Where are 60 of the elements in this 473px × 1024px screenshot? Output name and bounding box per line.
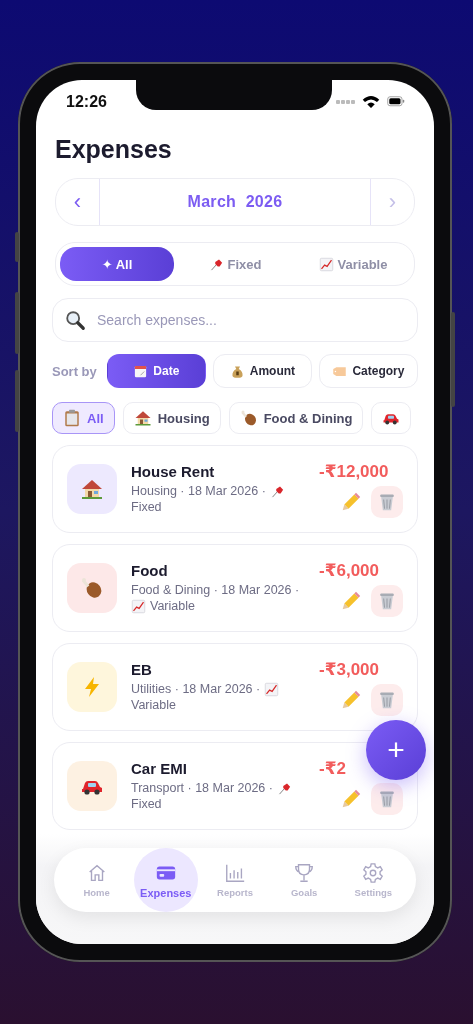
edit-icon: [341, 689, 361, 710]
expense-name: EB: [131, 661, 153, 678]
delete-button[interactable]: [371, 584, 403, 617]
expense-card[interactable]: Food Food & Dining · 18 Mar 2026 · Variable -₹6,000: [52, 544, 418, 632]
expense-card[interactable]: EB Utilities · 18 Mar 2026 · Variable -₹3,000: [52, 643, 418, 731]
expense-details: Food & Dining · 18 Mar 2026 ·: [131, 582, 300, 598]
expense-details: Housing · 18 Mar 2026 ·: [131, 483, 266, 499]
expense-details: Transport · 18 Mar 2026 ·: [131, 780, 273, 796]
search-field[interactable]: Search expenses...: [52, 298, 418, 342]
wifi-icon: [361, 93, 381, 111]
filter-chip[interactable]: Housing: [122, 402, 221, 434]
expense-card[interactable]: House Rent Housing · 18 Mar 2026 · Fixed -₹12,000: [52, 445, 418, 533]
expense-type: Fixed: [131, 796, 162, 812]
drumstick-icon: [239, 409, 258, 427]
month-label: March 2026: [186, 193, 284, 211]
house-icon: [80, 477, 104, 501]
delete-button[interactable]: [371, 782, 403, 815]
filter-chip[interactable]: Food & Dining: [228, 402, 364, 434]
chart-icon: [264, 681, 280, 697]
edit-icon: [341, 491, 361, 512]
expense-amount: -₹2: [319, 757, 346, 779]
search-icon: [64, 309, 86, 331]
sort-chip[interactable]: Category: [318, 354, 418, 388]
expense-amount: -₹6,000: [319, 559, 380, 581]
clipboard-icon: [63, 409, 81, 427]
type-tab[interactable]: Variable: [296, 247, 410, 281]
delete-button[interactable]: [371, 485, 403, 518]
type-tab[interactable]: Fixed: [178, 247, 292, 281]
filter-chip[interactable]: [371, 402, 412, 434]
chart-icon: [131, 598, 146, 614]
house-icon: [133, 409, 152, 427]
expense-name: Car EMI: [131, 760, 188, 777]
previous-month-button[interactable]: ‹: [56, 179, 100, 225]
edit-icon: [341, 788, 361, 809]
trophy-icon: [293, 862, 316, 884]
drumstick-icon: [80, 576, 104, 600]
expense-name: House Rent: [131, 463, 216, 480]
bar-chart-icon: [223, 862, 246, 884]
status-time: 12:26: [66, 93, 107, 111]
delete-button[interactable]: [371, 683, 403, 716]
settings-icon: [362, 862, 385, 884]
sort-chip[interactable]: Amount: [212, 354, 312, 388]
sort-chip[interactable]: Date: [106, 354, 206, 388]
page-title: Expenses: [55, 134, 173, 165]
type-tab[interactable]: ✦ All: [60, 247, 174, 281]
expense-amount: -₹12,000: [319, 460, 389, 482]
filter-chip[interactable]: All: [52, 402, 115, 434]
edit-icon: [341, 590, 361, 611]
nav-item[interactable]: Expenses: [133, 848, 198, 912]
chart-icon: [318, 256, 334, 272]
sort-label: Sort by: [52, 363, 97, 379]
expense-type: Variable: [131, 697, 176, 713]
expense-type: Fixed: [131, 499, 162, 515]
expense-name: Food: [131, 562, 169, 579]
add-expense-button[interactable]: +: [366, 720, 426, 780]
expense-amount: -₹3,000: [319, 658, 380, 680]
signal-icon: [336, 99, 356, 105]
calendar-icon: [133, 363, 149, 379]
expense-type: Variable: [150, 598, 195, 614]
expense-details: Utilities · 18 Mar 2026 ·: [131, 681, 261, 697]
